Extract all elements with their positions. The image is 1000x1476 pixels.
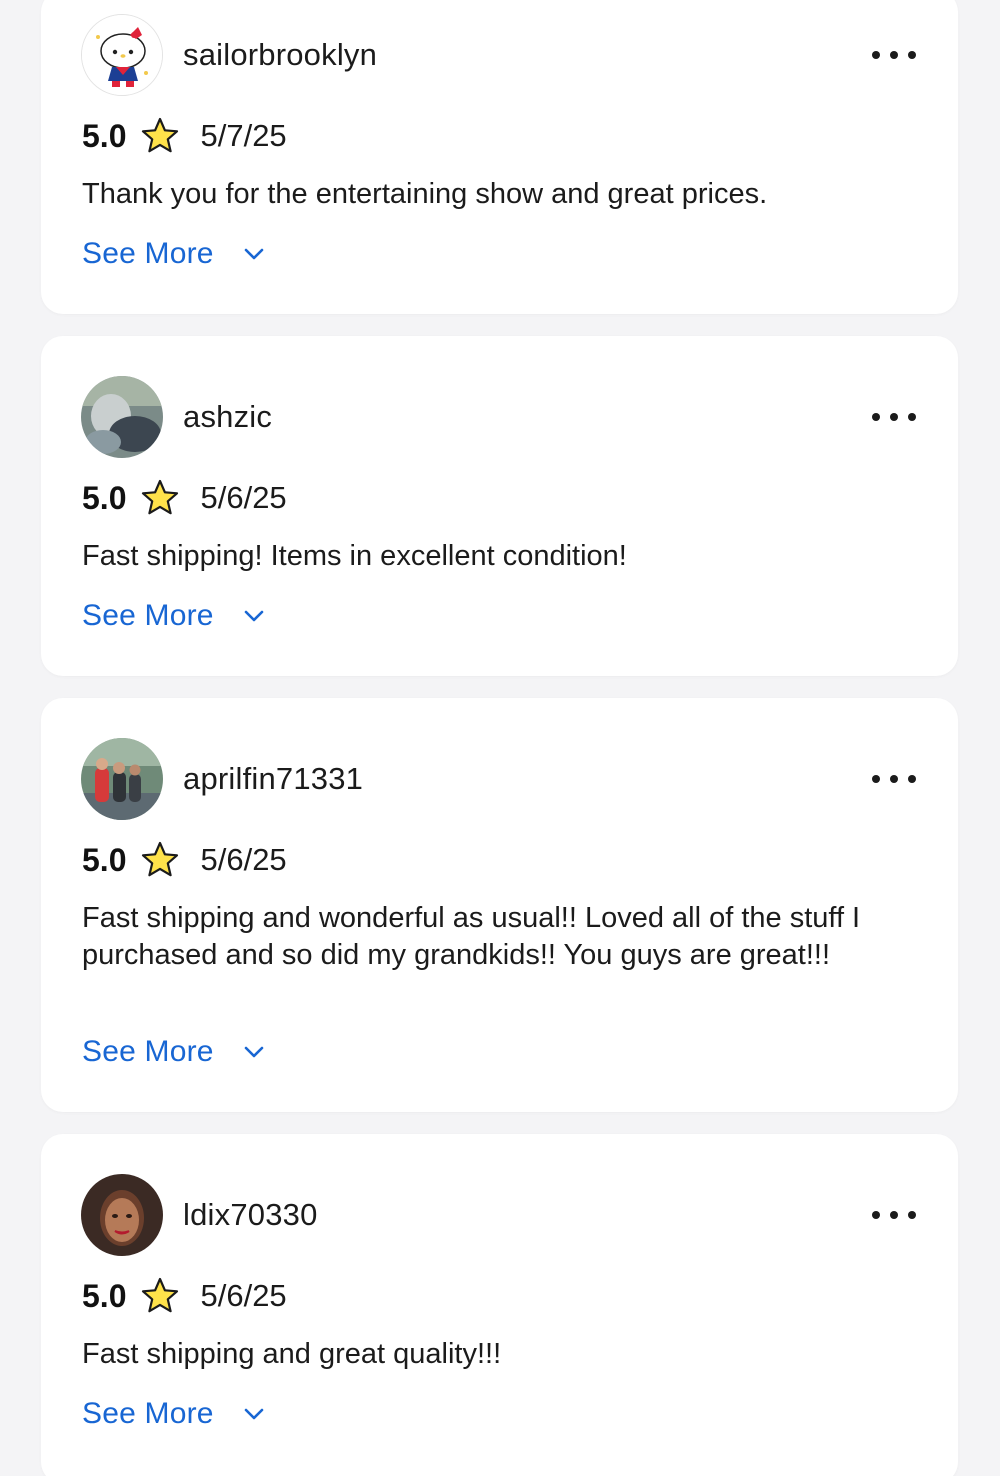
review-date: 5/6/25 (200, 480, 287, 515)
user-avatar[interactable] (81, 376, 163, 458)
see-more-button[interactable]: See More (82, 234, 266, 274)
dot-icon (908, 1211, 916, 1219)
review-text: Fast shipping! Items in excellent condit… (82, 540, 627, 572)
see-more-button[interactable]: See More (82, 596, 266, 636)
see-more-button[interactable]: See More (82, 1394, 266, 1434)
more-options-button[interactable] (870, 38, 918, 72)
review-date: 5/6/25 (200, 842, 287, 877)
review-header: sailorbrooklyn (81, 14, 918, 96)
review-text: Fast shipping and great quality!!! (82, 1338, 502, 1370)
review-card: ashzic 5.0 5/6/25 Fast shipping! Items i… (41, 336, 958, 676)
see-more-button[interactable]: See More (82, 1032, 266, 1072)
star-icon (140, 116, 180, 156)
username[interactable]: sailorbrooklyn (183, 36, 377, 74)
star-icon (140, 478, 180, 518)
more-options-button[interactable] (870, 1198, 918, 1232)
rating-row: 5.0 5/6/25 (82, 840, 287, 880)
dot-icon (872, 51, 880, 59)
rating-row: 5.0 5/6/25 (82, 1276, 287, 1316)
see-more-label: See More (82, 1035, 214, 1068)
dot-icon (890, 51, 898, 59)
review-list: sailorbrooklyn 5.0 5/7/25 Thank you for … (0, 0, 1000, 1476)
review-card: sailorbrooklyn 5.0 5/7/25 Thank you for … (41, 0, 958, 314)
rating-value: 5.0 (82, 117, 127, 154)
review-text: Fast shipping and wonderful as usual!! L… (82, 902, 861, 971)
chevron-down-icon (242, 604, 266, 628)
rating-value: 5.0 (82, 479, 127, 516)
review-header: ashzic (81, 376, 918, 458)
username[interactable]: aprilfin71331 (183, 760, 363, 798)
review-date: 5/7/25 (200, 118, 287, 153)
star-icon (140, 840, 180, 880)
see-more-label: See More (82, 1397, 214, 1430)
user-avatar[interactable] (81, 14, 163, 96)
username[interactable]: ldix70330 (183, 1196, 318, 1234)
rating-value: 5.0 (82, 1277, 127, 1314)
see-more-label: See More (82, 599, 214, 632)
review-card: ldix70330 5.0 5/6/25 Fast shipping and g… (41, 1134, 958, 1476)
chevron-down-icon (242, 1402, 266, 1426)
see-more-label: See More (82, 237, 214, 270)
rating-row: 5.0 5/7/25 (82, 116, 287, 156)
review-date: 5/6/25 (200, 1278, 287, 1313)
review-header: aprilfin71331 (81, 738, 918, 820)
dot-icon (890, 413, 898, 421)
dot-icon (872, 1211, 880, 1219)
username[interactable]: ashzic (183, 398, 272, 436)
more-options-button[interactable] (870, 400, 918, 434)
dot-icon (908, 775, 916, 783)
dot-icon (908, 51, 916, 59)
dot-icon (890, 775, 898, 783)
user-avatar[interactable] (81, 738, 163, 820)
dot-icon (908, 413, 916, 421)
chevron-down-icon (242, 1040, 266, 1064)
review-card: aprilfin71331 5.0 5/6/25 Fast shipping a… (41, 698, 958, 1112)
dot-icon (890, 1211, 898, 1219)
review-header: ldix70330 (81, 1174, 918, 1256)
dot-icon (872, 413, 880, 421)
chevron-down-icon (242, 242, 266, 266)
rating-value: 5.0 (82, 841, 127, 878)
more-options-button[interactable] (870, 762, 918, 796)
dot-icon (872, 775, 880, 783)
user-avatar[interactable] (81, 1174, 163, 1256)
review-text: Thank you for the entertaining show and … (82, 178, 768, 210)
star-icon (140, 1276, 180, 1316)
rating-row: 5.0 5/6/25 (82, 478, 287, 518)
